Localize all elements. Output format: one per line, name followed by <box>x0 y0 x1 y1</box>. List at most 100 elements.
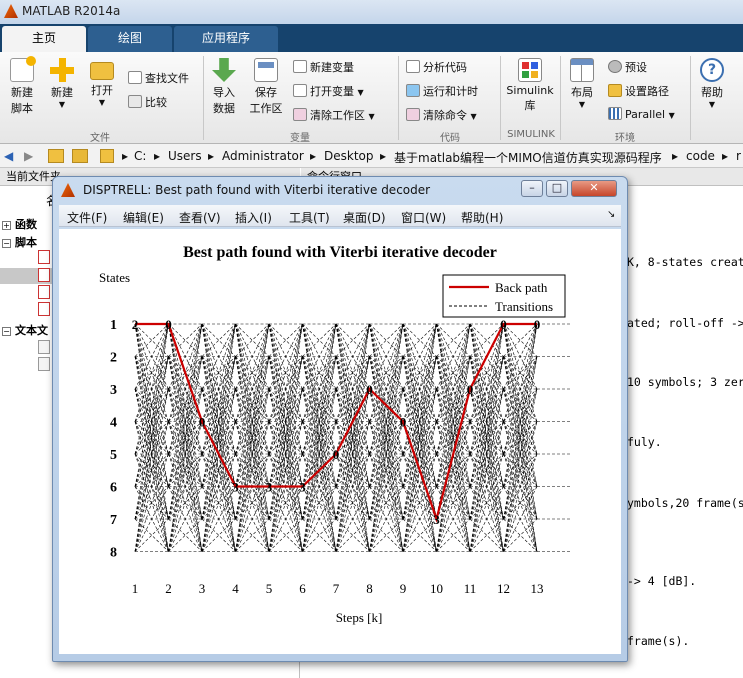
open-variable-button[interactable]: 打开变量 ▼ <box>293 83 364 99</box>
collapse-icon[interactable]: − <box>2 327 11 336</box>
tree-node-label: 函数 <box>15 218 37 231</box>
y-tick-label: 7 <box>110 513 117 528</box>
path-segment[interactable]: code <box>686 149 715 163</box>
find-files-button[interactable]: 查找文件 <box>128 70 189 86</box>
y-tick-label: 6 <box>110 481 117 496</box>
open-label: 打开 <box>91 84 113 97</box>
maximize-button[interactable]: □ <box>546 180 568 197</box>
path-point-label: 3 <box>266 480 273 495</box>
x-tick-label: 6 <box>299 581 306 596</box>
path-point-label: 0 <box>165 317 172 332</box>
parallel-button[interactable]: Parallel ▼ <box>608 107 675 121</box>
ribbon-separator <box>203 56 204 140</box>
help-button[interactable]: ? 帮助 ▼ <box>694 58 730 109</box>
find-files-label: 查找文件 <box>145 72 189 85</box>
address-bar[interactable]: ◀ ▶ ▸ C: ▸ Users ▸ Administrator ▸ Deskt… <box>0 144 743 168</box>
save-workspace-button[interactable]: 保存 工作区 <box>246 58 286 116</box>
command-output-line: -> 4 [dB]. <box>627 574 697 588</box>
new-button[interactable]: 新建 ▼ <box>44 58 80 109</box>
group-code-label: 代码 <box>440 133 460 144</box>
simulink-library-button[interactable]: Simulink 库 <box>504 58 556 113</box>
forward-icon[interactable]: ▶ <box>24 149 33 163</box>
script-file-icon[interactable] <box>38 268 50 282</box>
menu-view[interactable]: 查看(V) <box>179 209 221 226</box>
path-segment[interactable]: r <box>736 149 741 163</box>
dock-arrow-icon[interactable]: ↘ <box>607 209 615 220</box>
menu-help[interactable]: 帮助(H) <box>461 209 503 226</box>
path-separator-icon: ▸ <box>310 149 317 163</box>
parallel-dropdown-icon: ▼ <box>668 111 675 120</box>
back-icon[interactable]: ◀ <box>4 149 13 163</box>
minimize-button[interactable]: – <box>521 180 543 197</box>
clear-workspace-button[interactable]: 清除工作区 ▼ <box>293 107 375 123</box>
open-button[interactable]: 打开 ▼ <box>84 58 120 107</box>
tree-node-functions[interactable]: + 函数 <box>2 216 37 232</box>
command-output-line: K, 8-states creat <box>627 255 743 269</box>
script-file-icon[interactable] <box>38 250 50 264</box>
text-file-icon[interactable] <box>38 357 50 371</box>
path-segment[interactable]: Desktop <box>324 149 374 163</box>
save-workspace-label-2: 工作区 <box>249 102 283 115</box>
analyze-code-button[interactable]: 分析代码 <box>406 59 467 75</box>
compare-button[interactable]: 比较 <box>128 94 167 110</box>
path-segment[interactable]: C: <box>134 149 146 163</box>
matlab-logo-icon <box>61 183 75 197</box>
script-file-icon[interactable] <box>38 302 50 316</box>
run-and-time-button[interactable]: 运行和计时 <box>406 83 478 99</box>
import-data-button[interactable]: 导入 数据 <box>206 58 242 116</box>
path-segment[interactable]: Users <box>168 149 202 163</box>
tab-apps[interactable]: 应用程序 <box>174 26 278 52</box>
set-path-button[interactable]: 设置路径 <box>608 83 669 99</box>
new-script-label-2: 脚本 <box>11 102 33 115</box>
clear-commands-button[interactable]: 清除命令 ▼ <box>406 107 477 123</box>
import-label-1: 导入 <box>213 86 235 99</box>
new-variable-button[interactable]: 新建变量 <box>293 59 354 75</box>
figure-canvas: Best path found with Viterbi iterative d… <box>59 229 621 654</box>
tab-plots[interactable]: 绘图 <box>88 26 172 52</box>
menu-file[interactable]: 文件(F) <box>67 209 107 226</box>
path-point-label: 2 <box>132 317 139 332</box>
x-tick-label: 10 <box>430 581 443 596</box>
path-point-label: 3 <box>433 512 440 527</box>
path-segment[interactable]: Administrator <box>222 149 304 163</box>
legend-transitions-label: Transitions <box>495 299 553 314</box>
y-tick-label: 2 <box>110 351 117 366</box>
analyze-code-icon <box>406 60 420 73</box>
preferences-button[interactable]: 预设 <box>608 59 647 75</box>
figure-menu-bar: 文件(F) 编辑(E) 查看(V) 插入(I) 工具(T) 桌面(D) 窗口(W… <box>59 205 621 227</box>
menu-desktop[interactable]: 桌面(D) <box>343 209 386 226</box>
path-point-label: 0 <box>199 415 206 430</box>
open-variable-label: 打开变量 <box>310 85 354 98</box>
tree-node-label: 脚本 <box>15 236 37 249</box>
up-folder-icon[interactable] <box>48 149 64 163</box>
y-axis-label: States <box>99 270 130 285</box>
menu-edit[interactable]: 编辑(E) <box>123 209 164 226</box>
x-tick-label: 1 <box>132 581 139 596</box>
group-file-label: 文件 <box>90 133 110 144</box>
collapse-icon[interactable]: − <box>2 239 11 248</box>
clear-commands-label: 清除命令 <box>423 109 467 122</box>
path-separator-icon: ▸ <box>154 149 161 163</box>
path-point-label: 0 <box>400 415 407 430</box>
layout-button[interactable]: 布局 ▼ <box>564 58 600 109</box>
text-file-icon[interactable] <box>38 340 50 354</box>
path-segment[interactable]: 基于matlab编程一个MIMO信道仿真实现源码程序 <box>394 149 662 166</box>
new-script-button[interactable]: 新建 脚本 <box>4 56 40 116</box>
script-file-icon[interactable] <box>38 285 50 299</box>
close-button[interactable]: ✕ <box>571 180 617 197</box>
menu-insert[interactable]: 插入(I) <box>235 209 272 226</box>
menu-window[interactable]: 窗口(W) <box>401 209 446 226</box>
trellis-chart: Best path found with Viterbi iterative d… <box>99 244 570 625</box>
tree-node-text-files[interactable]: − 文本文 <box>2 322 48 338</box>
expand-icon[interactable]: + <box>2 221 11 230</box>
tree-node-scripts[interactable]: − 脚本 <box>2 234 37 250</box>
simulink-label-2: 库 <box>524 99 536 112</box>
folder-icon <box>90 62 114 80</box>
path-separator-icon: ▸ <box>672 149 679 163</box>
menu-tools[interactable]: 工具(T) <box>289 209 330 226</box>
path-point-label: 0 <box>534 317 541 332</box>
tab-home[interactable]: 主页 <box>2 26 86 52</box>
browse-icon[interactable] <box>72 149 88 163</box>
figure-window[interactable]: DISPTRELL: Best path found with Viterbi … <box>52 176 628 662</box>
y-tick-label: 5 <box>110 448 117 463</box>
